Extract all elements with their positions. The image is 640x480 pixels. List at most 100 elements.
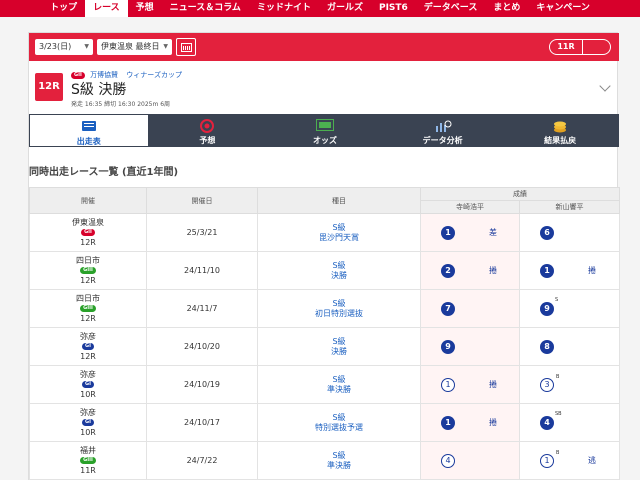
race-no: 12R [80, 351, 96, 361]
table-row: 四日市 GIII 12R 24/11/7 S級 初日特別選抜 7 9 S [29, 289, 620, 328]
event-cell[interactable]: S級 初日特別選抜 [257, 289, 421, 328]
table-row: 伊東温泉 GII 12R 25/3/21 S級 毘沙門天賞 1 差 6 [29, 213, 620, 252]
expand-chevron-icon[interactable] [599, 80, 611, 92]
nav-item[interactable]: キャンペーン [528, 0, 598, 17]
next-race-button[interactable] [582, 40, 610, 54]
venue-name[interactable]: 弥彦 [30, 332, 146, 342]
section-title: 同時出走レース一覧 (直近1年間) [29, 167, 179, 178]
tab-3[interactable]: データ分析 [384, 114, 502, 147]
calendar-button[interactable] [176, 38, 196, 56]
venue-name[interactable]: 福井 [30, 446, 146, 456]
event-cell[interactable]: S級 準決勝 [257, 441, 421, 480]
venue-cell: 弥彦 GI 10R [29, 365, 147, 404]
date-select[interactable]: 3/23(日) ▼ [35, 39, 93, 55]
rank-value: 4 [445, 455, 451, 465]
nav-item[interactable]: まとめ [485, 0, 528, 17]
tab-2[interactable]: オッズ [266, 114, 384, 147]
venue-cell: 弥彦 GI 12R [29, 327, 147, 366]
race-time-info: 発走 16:35 締切 16:30 2025m 6周 [71, 101, 171, 108]
event-cell[interactable]: S級 決勝 [257, 251, 421, 290]
result-cell-rider-1: 1差 [420, 213, 520, 252]
rank-mark: 4 SB [540, 411, 562, 430]
finish-tag: 差 [489, 227, 497, 237]
rank-mark: 2 [441, 263, 455, 278]
result-cell-rider-1: 2捲 [420, 251, 520, 290]
event-class: S級 [332, 412, 346, 422]
venue-select[interactable]: 伊東温泉 最終日 ▼ [97, 39, 172, 55]
venue-cell: 伊東温泉 GII 12R [29, 213, 147, 252]
event-name: 準決勝 [327, 384, 351, 394]
rank-mark: 1 [540, 263, 554, 278]
race-series: 万博協賛 [90, 71, 119, 79]
results-table: 開催 開催日 種目 成績 寺崎浩平 新山響平 伊東温泉 GII 12R 25/3/21… [29, 187, 620, 480]
header-rider-2: 新山響平 [519, 200, 620, 214]
nav-item[interactable]: トップ [42, 0, 85, 17]
rank-value: 1 [445, 227, 451, 237]
prev-race-button[interactable]: 11R [550, 40, 582, 54]
venue-name[interactable]: 伊東温泉 [30, 218, 146, 228]
result-cell-rider-2: 3B [519, 365, 620, 404]
venue-cell: 福井 GIII 11R [29, 441, 147, 480]
date-cell: 24/11/7 [146, 289, 258, 328]
event-cell[interactable]: S級 決勝 [257, 327, 421, 366]
event-cell[interactable]: S級 毘沙門天賞 [257, 213, 421, 252]
venue-name[interactable]: 四日市 [30, 256, 146, 266]
date-cell: 24/10/19 [146, 365, 258, 404]
venue-cell: 四日市 GIII 12R [29, 289, 147, 328]
result-cell-rider-1: 1捲 [420, 403, 520, 442]
header-event: 種目 [257, 187, 421, 214]
table-row: 四日市 GIII 12R 24/11/10 S級 決勝 2 捲 1 捲 [29, 251, 620, 290]
race-no: 11R [80, 465, 96, 475]
rank-value: 1 [544, 455, 550, 465]
rank-value: 4 [544, 417, 550, 427]
header-rider-1: 寺崎浩平 [420, 200, 520, 214]
race-no: 12R [80, 275, 96, 285]
finish-tag: 捲 [588, 265, 596, 275]
nav-item[interactable]: PIST6 [371, 0, 416, 17]
nav-item[interactable]: ニュース＆コラム [162, 0, 249, 17]
table-row: 弥彦 GI 10R 24/10/19 S級 準決勝 1 捲 3 B [29, 365, 620, 404]
venue-cell: 弥彦 GI 10R [29, 403, 147, 442]
tab-4[interactable]: 結果払戻 [501, 114, 619, 147]
rank-note: SB [555, 410, 562, 417]
event-class: S級 [332, 450, 346, 460]
rank-value: 9 [544, 303, 550, 313]
finish-tag: 捲 [489, 417, 497, 427]
rank-mark: 1 [441, 415, 455, 430]
nav-item[interactable]: データベース [416, 0, 486, 17]
date-cell: 24/7/22 [146, 441, 258, 480]
venue-name[interactable]: 弥彦 [30, 408, 146, 418]
date-cell: 24/10/20 [146, 327, 258, 366]
rank-note: S [555, 296, 559, 303]
nav-item[interactable]: レース [85, 0, 128, 17]
coins-icon [552, 119, 568, 136]
nav-item[interactable]: ミッドナイト [249, 0, 319, 17]
venue-name[interactable]: 四日市 [30, 294, 146, 304]
race-cup-name: ウィナーズカップ [126, 71, 182, 79]
rank-mark: 9 [441, 339, 455, 354]
race-no: 12R [80, 313, 96, 323]
race-title: S級 決勝 [71, 82, 127, 98]
venue-name[interactable]: 弥彦 [30, 370, 146, 380]
rank-mark: 4 [441, 453, 455, 468]
table-row: 弥彦 GI 10R 24/10/17 S級 特別選抜予選 1 捲 4 SB [29, 403, 620, 442]
finish-tag: 捲 [489, 379, 497, 389]
nav-item[interactable]: ガールズ [319, 0, 371, 17]
event-cell[interactable]: S級 特別選抜予選 [257, 403, 421, 442]
result-cell-rider-2: 1捲 [519, 251, 620, 290]
tab-1[interactable]: 予想 [149, 114, 267, 147]
nav-item[interactable]: 予想 [128, 0, 162, 17]
race-no: 12R [80, 237, 96, 247]
tab-label: 予想 [199, 136, 216, 145]
tab-label: データ分析 [422, 136, 463, 145]
rank-value: 1 [445, 417, 451, 427]
race-no: 10R [80, 389, 96, 399]
rank-mark: 3B [540, 374, 559, 392]
race-number-badge: 12R [35, 73, 63, 101]
date-cell: 24/10/17 [146, 403, 258, 442]
chevron-down-icon: ▼ [163, 43, 168, 50]
event-cell[interactable]: S級 準決勝 [257, 365, 421, 404]
result-cell-rider-2: 8 [519, 327, 620, 366]
rank-mark: 9S [540, 297, 558, 316]
tab-0[interactable]: 出走表 [29, 114, 149, 147]
